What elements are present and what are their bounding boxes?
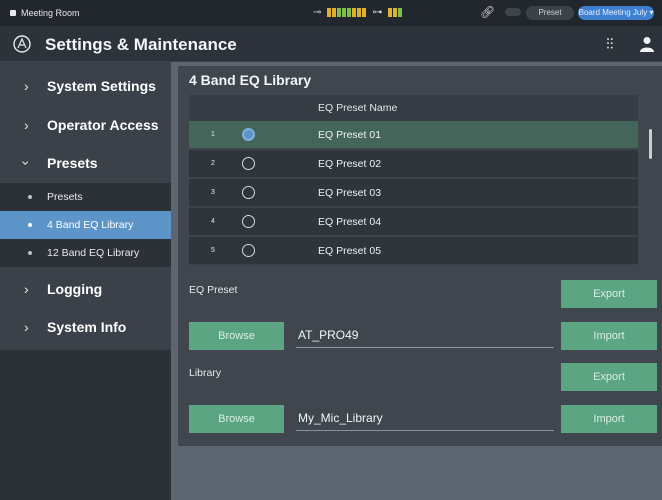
meter-segment [347,8,352,17]
table-header: EQ Preset Name [189,95,638,121]
eq-library-panel: 4 Band EQ Library EQ Preset Name 1 EQ Pr… [178,66,662,446]
eq-preset-section-label: EQ Preset [189,284,238,296]
link-icon[interactable]: 🔗︎ [480,6,495,18]
input-meter-icon: ⊸ [313,7,322,18]
row-number: 1 [211,131,215,138]
table-scrollbar[interactable] [649,129,652,159]
meter-segment [362,8,367,17]
eq-preset-file-field[interactable]: AT_PRO49 [296,322,554,348]
sidebar-item-label: Operator Access [47,117,159,133]
row-number: 5 [211,247,215,254]
radio-icon[interactable] [242,215,255,228]
column-header-name: EQ Preset Name [318,102,398,114]
sidebar-empty-area [0,350,171,500]
row-preset-name: EQ Preset 03 [318,187,382,199]
sidebar-item-label: System Settings [47,78,156,94]
meter-segment [337,8,342,17]
meter-segment [398,8,403,17]
sidebar-subitem-presets[interactable]: Presets [0,183,171,211]
sidebar-item-presets[interactable]: › Presets [0,143,171,183]
meter-segment [393,8,398,17]
sidebar-item-label: Presets [47,155,98,171]
recording-toggle-icon[interactable] [505,8,522,16]
preset-select-value: Board Meeting July [578,8,648,17]
row-preset-name: EQ Preset 05 [318,245,382,257]
bullet-icon [28,223,32,227]
title-bar: Settings & Maintenance ⫶⫶ [0,26,662,62]
table-row[interactable]: 4 EQ Preset 04 [189,208,638,236]
row-number: 4 [211,218,215,225]
library-export-button[interactable]: Export [561,363,657,391]
input-meter-bars [327,8,367,17]
radio-icon[interactable] [242,244,255,257]
sidebar-item-logging[interactable]: › Logging [0,269,171,309]
library-section-label: Library [189,367,222,379]
sidebar: › System Settings › Operator Access › Pr… [0,62,171,500]
sidebar-item-label: Logging [47,281,103,297]
room-icon [10,10,16,16]
output-meter-bars [388,8,403,17]
sidebar-subitem-4-band-eq-library[interactable]: 4 Band EQ Library [0,211,171,239]
meter-segment [327,8,332,17]
sidebar-item-system-info[interactable]: › System Info [0,307,171,347]
eq-preset-import-button[interactable]: Import [561,322,657,350]
radio-icon[interactable] [242,157,255,170]
chevron-right-icon: › [24,78,29,94]
sidebar-subitem-12-band-eq-library[interactable]: 12 Band EQ Library [0,239,171,267]
table-row[interactable]: 5 EQ Preset 05 [189,237,638,265]
eq-preset-table: EQ Preset Name 1 EQ Preset 01 2 EQ Prese… [189,95,638,291]
chevron-right-icon: › [24,281,29,297]
room-name: Meeting Room [21,8,80,18]
row-number: 3 [211,189,215,196]
library-browse-button[interactable]: Browse [189,405,284,433]
meter-segment [388,8,393,17]
table-row[interactable]: 2 EQ Preset 02 [189,150,638,178]
panel-title: 4 Band EQ Library [189,72,312,88]
radio-icon[interactable] [242,186,255,199]
meter-segment [332,8,337,17]
sidebar-item-operator-access[interactable]: › Operator Access [0,105,171,145]
bullet-icon [28,251,32,255]
user-icon[interactable] [640,36,654,52]
row-number: 2 [211,160,215,167]
row-preset-name: EQ Preset 01 [318,129,382,141]
chevron-right-icon: › [24,117,29,133]
chevron-right-icon: › [24,319,29,335]
library-file-field[interactable]: My_Mic_Library [296,405,554,431]
chevron-down-icon: › [18,160,35,166]
sidebar-item-label: System Info [47,319,127,335]
preset-label: Preset [526,6,574,20]
sidebar-subitem-label: 4 Band EQ Library [47,219,134,231]
audio-meters: ⊸ ⊶ [313,7,403,18]
meter-segment [357,8,362,17]
status-bar: Meeting Room ⊸ ⊶ 🔗︎ ▲ Preset Board Meeti… [0,0,662,26]
radio-selected-icon[interactable] [242,128,255,141]
mixer-icon[interactable]: ⫶⫶ [606,36,614,53]
eq-preset-export-button[interactable]: Export [561,280,657,308]
eq-preset-browse-button[interactable]: Browse [189,322,284,350]
library-import-button[interactable]: Import [561,405,657,433]
sidebar-item-system-settings[interactable]: › System Settings [0,66,171,106]
table-row[interactable]: 1 EQ Preset 01 [189,121,638,149]
preset-select-dropdown[interactable]: Board Meeting July ▾ [578,6,654,20]
page-title: Settings & Maintenance [45,35,237,54]
output-meter-icon: ⊶ [372,7,383,18]
row-preset-name: EQ Preset 02 [318,158,382,170]
table-row[interactable]: 3 EQ Preset 03 [189,179,638,207]
sidebar-subitem-label: 12 Band EQ Library [47,247,140,259]
meter-segment [352,8,357,17]
audio-technica-logo-icon [13,35,31,53]
room-indicator: Meeting Room [0,8,80,18]
bullet-icon [28,195,32,199]
meter-segment [342,8,347,17]
row-preset-name: EQ Preset 04 [318,216,382,228]
sidebar-subitem-label: Presets [47,191,83,203]
